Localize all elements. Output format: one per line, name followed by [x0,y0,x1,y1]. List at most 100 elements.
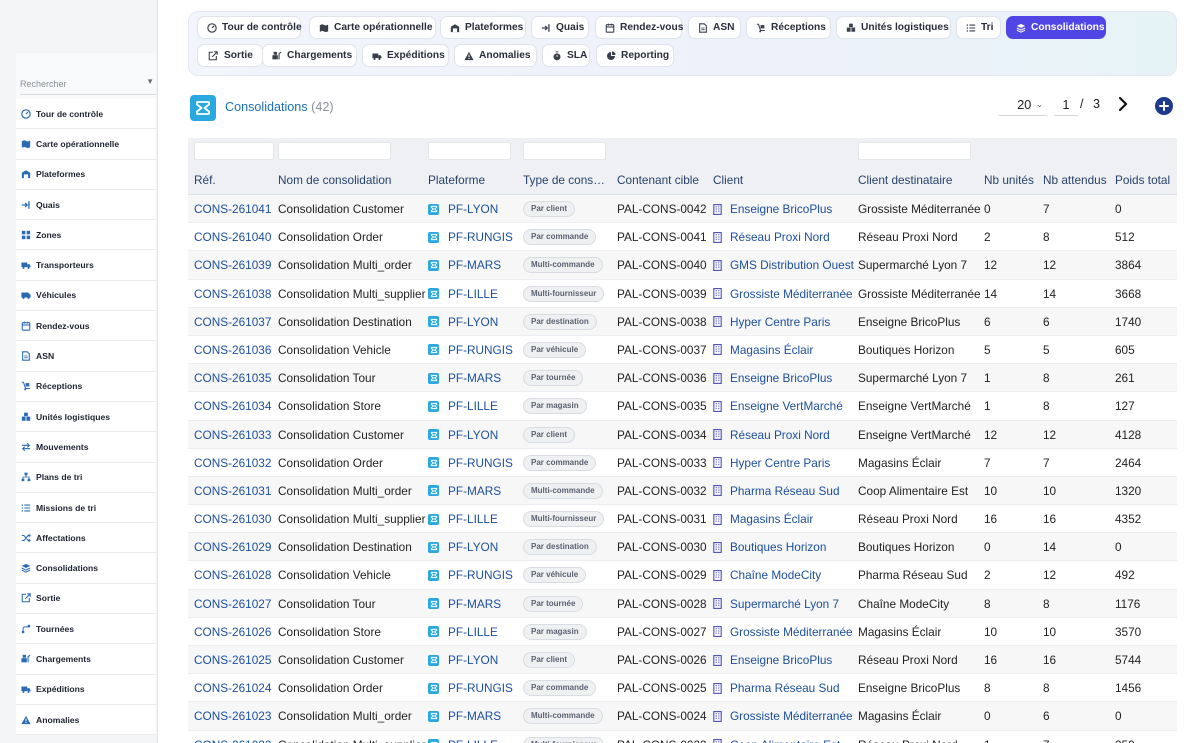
platform-link[interactable]: PF-LYON [448,428,498,442]
platform-link[interactable]: PF-MARS [448,258,501,272]
sidebar-item-sortie[interactable]: Sortie [16,583,156,615]
sidebar-item-tour-de-controle[interactable]: Tour de contrôle [16,99,156,130]
table-row[interactable]: CONS-261028 Consolidation Vehicle PF-RUNGI… [188,561,1177,590]
table-row[interactable]: CONS-261036 Consolidation Vehicle PF-RUNGI… [188,335,1177,365]
client-link[interactable]: Enseigne VertMarché [730,399,843,413]
cell-client[interactable]: Pharma Réseau Sud [713,484,840,498]
tab-sortie[interactable]: Sortie [197,44,263,67]
ref-link[interactable]: CONS-261032 [194,456,271,470]
cell-plateforme[interactable]: PF-RUNGIS [428,343,513,357]
platform-link[interactable]: PF-LYON [448,540,498,554]
table-row[interactable]: CONS-261025 Consolidation Customer PF-LYON… [188,646,1177,675]
platform-link[interactable]: PF-LYON [448,202,498,216]
platform-link[interactable]: PF-LILLE [448,738,498,743]
platform-link[interactable]: PF-MARS [448,597,501,611]
tab-reporting[interactable]: Reporting [596,44,674,67]
cell-client[interactable]: Pharma Réseau Sud [713,681,840,695]
ref-link[interactable]: CONS-261034 [194,399,271,413]
table-row[interactable]: CONS-261035 Consolidation Tour PF-MARS Par … [188,364,1177,393]
sidebar-item-zones[interactable]: Zones [16,220,156,251]
tab-plateformes[interactable]: Plateformes [440,16,526,39]
ref-link[interactable]: CONS-261031 [194,484,271,498]
filter-input-col-client-destinataire[interactable] [858,142,971,160]
platform-link[interactable]: PF-LYON [448,315,498,329]
cell-plateforme[interactable]: PF-RUNGIS [428,456,513,470]
per-page-select[interactable]: 20 ⌄ [999,94,1047,116]
header-col-nb-attendus[interactable]: Nb attendus [1043,173,1107,187]
filter-input-col-ref[interactable] [194,142,274,160]
ref-link[interactable]: CONS-261035 [194,371,271,385]
sidebar-item-receptions[interactable]: Réceptions [16,371,156,402]
cell-plateforme[interactable]: PF-RUNGIS [428,568,513,582]
tab-asn[interactable]: ASN [688,16,741,39]
platform-link[interactable]: PF-RUNGIS [448,230,513,244]
platform-link[interactable]: PF-MARS [448,484,501,498]
cell-plateforme[interactable]: PF-MARS [428,258,501,272]
header-col-plateforme[interactable]: Plateforme [428,173,485,187]
table-row[interactable]: CONS-261034 Consolidation Store PF-LILLE Pa… [188,392,1177,421]
ref-link[interactable]: CONS-261023 [194,709,271,723]
cell-client[interactable]: Grossiste Méditerranée [713,625,853,639]
tab-chargements[interactable]: Chargements [262,44,357,67]
table-row[interactable]: CONS-261033 Consolidation Customer PF-LYON… [188,420,1177,449]
ref-link[interactable]: CONS-261028 [194,568,271,582]
sidebar-item-expeditions[interactable]: Expéditions [16,674,156,705]
cell-plateforme[interactable]: PF-LILLE [428,738,498,743]
tab-tour-de-controle[interactable]: Tour de contrôle [197,16,302,39]
client-link[interactable]: Enseigne BricoPlus [730,202,832,216]
table-row[interactable]: CONS-261023 Consolidation Multi_order PF-M… [188,702,1177,731]
current-page-input[interactable]: 1 [1054,94,1078,116]
table-row[interactable]: CONS-261039 Consolidation Multi_order PF-M… [188,251,1177,280]
ref-link[interactable]: CONS-261022 [194,738,271,743]
cell-client[interactable]: GMS Distribution Ouest [713,258,854,272]
cell-plateforme[interactable]: PF-RUNGIS [428,230,513,244]
chevron-down-icon[interactable]: ▼ [146,77,154,86]
cell-plateforme[interactable]: PF-LILLE [428,512,498,526]
cell-plateforme[interactable]: PF-LILLE [428,399,498,413]
cell-plateforme[interactable]: PF-LILLE [428,625,498,639]
cell-plateforme[interactable]: PF-LYON [428,428,498,442]
header-col-nom[interactable]: Nom de consolidation [278,173,391,187]
cell-client[interactable]: Enseigne BricoPlus [713,371,832,385]
client-link[interactable]: Boutiques Horizon [730,540,826,554]
ref-link[interactable]: CONS-261029 [194,540,271,554]
platform-link[interactable]: PF-MARS [448,709,501,723]
header-col-nb-unites[interactable]: Nb unités [984,173,1034,187]
client-link[interactable]: Hyper Centre Paris [730,456,830,470]
platform-link[interactable]: PF-LILLE [448,512,498,526]
platform-link[interactable]: PF-RUNGIS [448,456,513,470]
ref-link[interactable]: CONS-261024 [194,681,271,695]
sidebar-item-transporteurs[interactable]: Transporteurs [16,250,156,281]
cell-plateforme[interactable]: PF-LYON [428,540,498,554]
sidebar-item-vehicules[interactable]: Véhicules [16,280,156,312]
platform-link[interactable]: PF-LILLE [448,399,498,413]
tab-quais[interactable]: Quais [531,16,589,39]
table-row[interactable]: CONS-261029 Consolidation Destination PF-L… [188,533,1177,562]
ref-link[interactable]: CONS-261027 [194,597,271,611]
cell-plateforme[interactable]: PF-RUNGIS [428,681,513,695]
ref-link[interactable]: CONS-261038 [194,287,271,301]
sidebar-item-quais[interactable]: Quais [16,189,156,221]
cell-plateforme[interactable]: PF-MARS [428,597,501,611]
cell-plateforme[interactable]: PF-LYON [428,315,498,329]
cell-client[interactable]: Hyper Centre Paris [713,456,830,470]
header-col-ref[interactable]: Réf. [194,173,216,187]
cell-client[interactable]: Boutiques Horizon [713,540,826,554]
sidebar-item-carte-operationnelle[interactable]: Carte opérationnelle [16,129,156,160]
sidebar-item-affectations[interactable]: Affectations [16,523,156,554]
ref-link[interactable]: CONS-261033 [194,428,271,442]
cell-plateforme[interactable]: PF-MARS [428,709,501,723]
cell-plateforme[interactable]: PF-LYON [428,202,498,216]
table-row[interactable]: CONS-261022 Consolidation Multi_supplier P… [188,730,1177,743]
client-link[interactable]: Magasins Éclair [730,343,813,357]
sidebar-item-asn[interactable]: ASN [16,341,156,372]
client-link[interactable]: GMS Distribution Ouest [730,258,854,272]
ref-link[interactable]: CONS-261030 [194,512,271,526]
sidebar-item-consolidations[interactable]: Consolidations [16,553,156,584]
ref-link[interactable]: CONS-261037 [194,315,271,329]
tab-expeditions[interactable]: Expéditions [362,44,449,67]
client-link[interactable]: Chaîne ModeCity [730,568,821,582]
client-link[interactable]: Enseigne BricoPlus [730,371,832,385]
sidebar-item-missions-de-tri[interactable]: Missions de tri [16,492,156,524]
cell-client[interactable]: Chaîne ModeCity [713,568,821,582]
